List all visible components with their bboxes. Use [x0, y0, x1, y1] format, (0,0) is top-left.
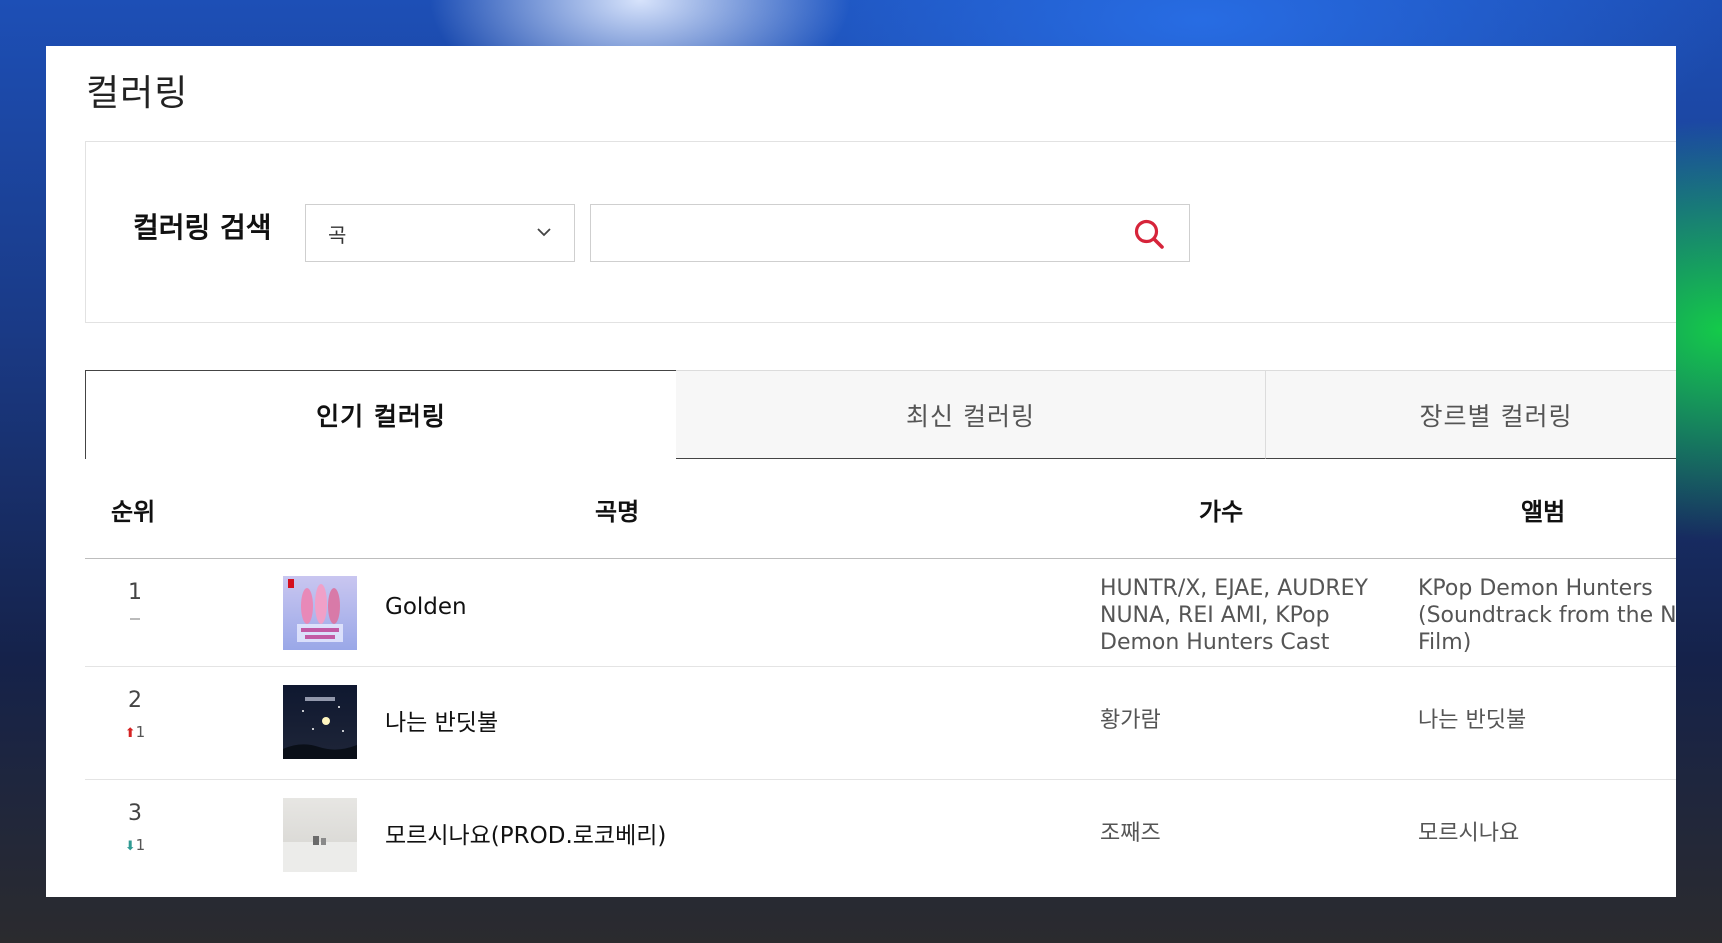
album-art[interactable]	[283, 685, 357, 759]
header-artist: 가수	[1199, 498, 1244, 526]
album-name[interactable]: 나는 반딧불	[1418, 707, 1676, 734]
album-line: 모르시나요	[1418, 821, 1520, 846]
tab-latest[interactable]: 최신 컬러링	[676, 370, 1266, 459]
arrow-down-icon: ⬇	[124, 839, 136, 854]
rank-change: ⬆1	[115, 723, 155, 741]
search-icon[interactable]	[1133, 218, 1165, 250]
album-art-firefly	[283, 685, 357, 759]
header-album: 앨범	[1521, 498, 1566, 526]
album-art[interactable]	[283, 576, 357, 650]
album-line: KPop Demon Hunters	[1418, 576, 1653, 601]
album-line: 나는 반딧불	[1418, 708, 1527, 733]
page-title: 컬러링	[86, 73, 189, 114]
search-label: 컬러링 검색	[133, 211, 272, 244]
search-panel: 컬러링 검색 곡	[85, 141, 1676, 323]
rank-change-value: 1	[135, 836, 146, 854]
table-row[interactable]: 3 ⬇1 모르시나요(PROD.로코베리) 조째즈 모르시나요	[85, 780, 1676, 897]
album-name[interactable]: KPop Demon Hunters (Soundtrack from the …	[1418, 575, 1676, 656]
tab-genre[interactable]: 장르별 컬러링	[1266, 370, 1676, 459]
search-field[interactable]	[590, 204, 1190, 262]
album-art-golden	[283, 576, 357, 650]
table-header: 순위 곡명 가수 앨범	[85, 459, 1676, 559]
ringtone-tabs: 인기 컬러링 최신 컬러링 장르별 컬러링	[85, 370, 1676, 459]
artist-name[interactable]: HUNTR/X, EJAE, AUDREY NUNA, REI AMI, KPo…	[1100, 575, 1390, 656]
album-name[interactable]: 모르시나요	[1418, 820, 1676, 847]
search-input[interactable]	[603, 215, 1107, 253]
rank-number: 1	[128, 580, 142, 605]
header-rank: 순위	[111, 498, 156, 526]
song-title[interactable]: 모르시나요(PROD.로코베리)	[385, 816, 666, 850]
song-title[interactable]: Golden	[385, 594, 467, 620]
album-art[interactable]	[283, 798, 357, 872]
rank-change-value: 1	[135, 723, 146, 741]
rank-number: 2	[128, 688, 142, 713]
no-change-icon	[130, 617, 140, 620]
search-category-select[interactable]: 곡	[305, 204, 575, 262]
artist-name[interactable]: 황가람	[1100, 707, 1390, 734]
artist-line: HUNTR/X, EJAE, AUDREY	[1100, 576, 1368, 601]
rank-change	[115, 609, 155, 627]
album-art-moreusinayo	[283, 798, 357, 872]
table-row[interactable]: 1 Golden HUNTR/X, EJAE, AUDREY NUNA, REI…	[85, 559, 1676, 667]
rank-number: 3	[128, 801, 142, 826]
artist-line: 조째즈	[1100, 821, 1161, 846]
rank-change: ⬇1	[115, 836, 155, 854]
artist-line: Demon Hunters Cast	[1100, 630, 1330, 655]
header-song: 곡명	[595, 498, 640, 526]
artist-line: 황가람	[1100, 708, 1161, 733]
artist-name[interactable]: 조째즈	[1100, 820, 1390, 847]
album-line: (Soundtrack from the Netflix	[1418, 603, 1676, 628]
album-line: Film)	[1418, 630, 1472, 655]
tab-popular[interactable]: 인기 컬러링	[85, 370, 677, 459]
ringtone-page: 컬러링 컬러링 검색 곡 인기 컬러링 최신 컬러링 장르별 컬러링 순위 곡명…	[46, 46, 1676, 897]
chevron-down-icon	[537, 228, 551, 237]
artist-line: NUNA, REI AMI, KPop	[1100, 603, 1330, 628]
arrow-up-icon: ⬆	[124, 726, 136, 741]
search-category-value: 곡	[328, 223, 347, 247]
table-row[interactable]: 2 ⬆1 나는 반딧불 황가람 나는 반딧불	[85, 667, 1676, 780]
song-title[interactable]: 나는 반딧불	[385, 703, 498, 737]
